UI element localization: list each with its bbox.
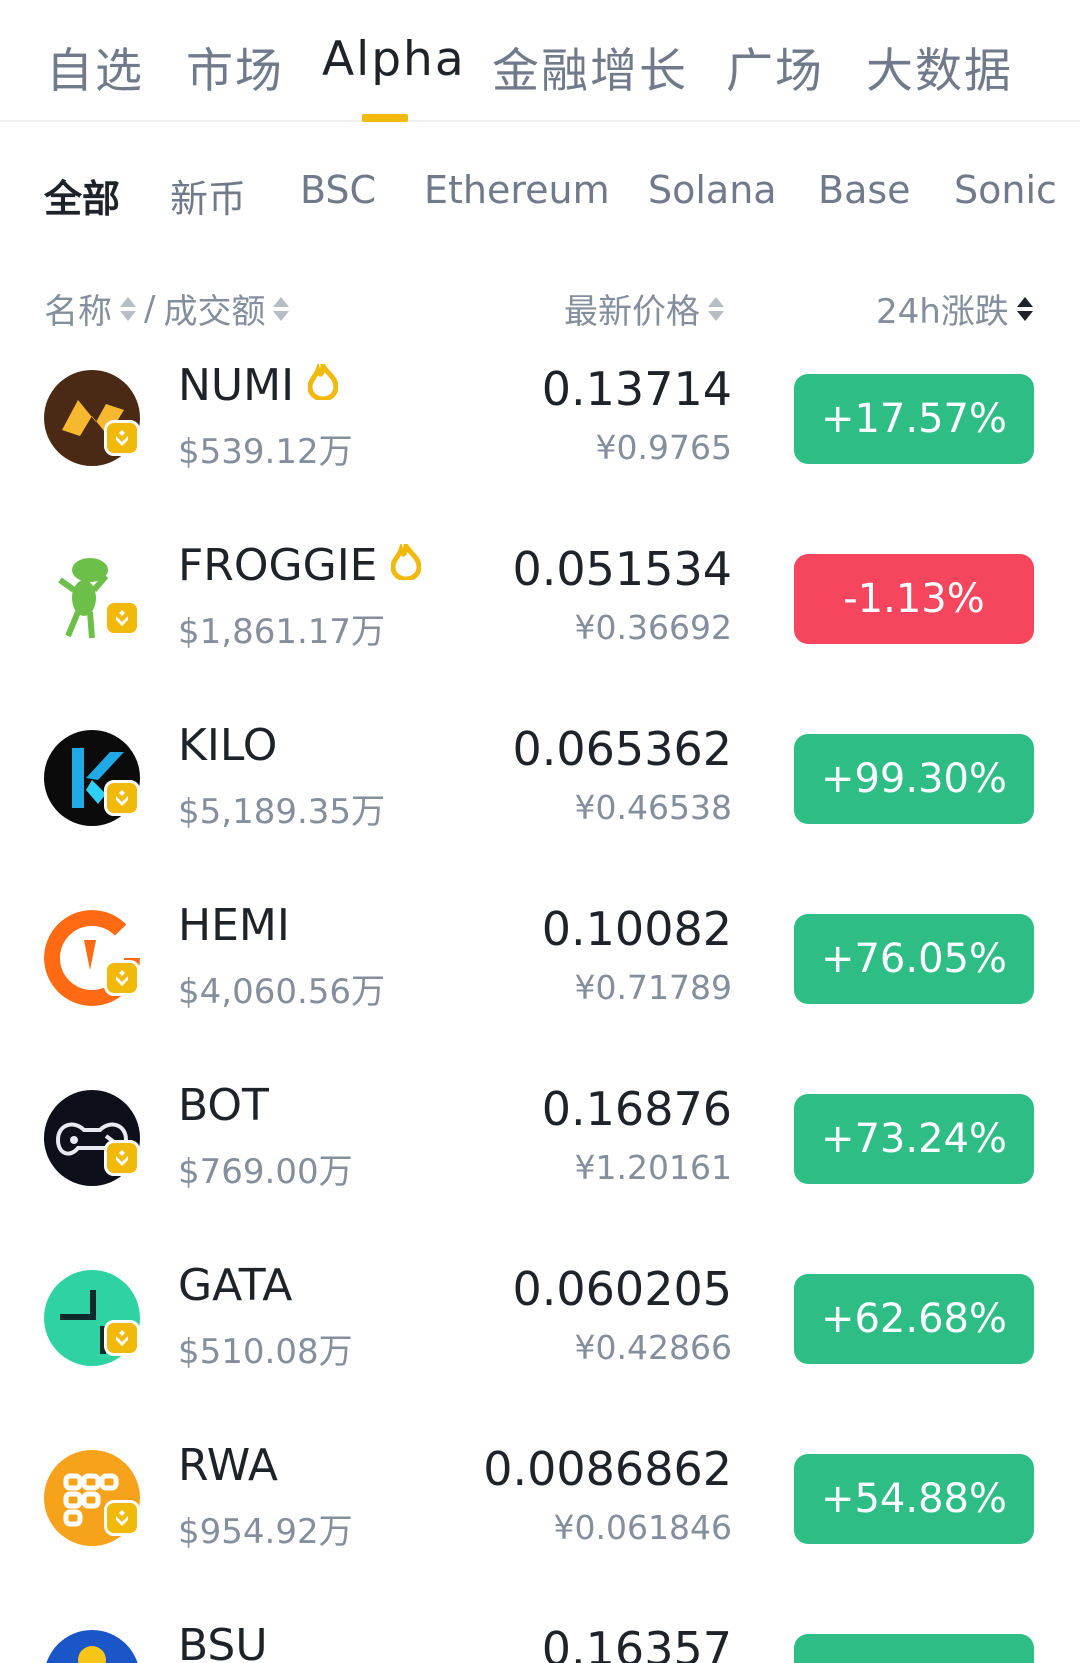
chip-all[interactable]: 全部: [44, 168, 120, 223]
bnb-chain-icon: [104, 1320, 140, 1356]
token-volume: $954.92万: [178, 1512, 353, 1552]
token-price: 0.060205: [512, 1262, 733, 1316]
token-price-cny: ¥0.42866: [574, 1328, 732, 1367]
header-volume: 成交额: [163, 292, 266, 332]
bnb-chain-icon: [104, 780, 140, 816]
token-volume: $5,189.35万: [178, 792, 386, 832]
tab-market[interactable]: 市场: [186, 32, 284, 101]
token-symbol: HEMI: [178, 900, 290, 951]
token-price-cny: ¥0.36692: [574, 608, 732, 647]
token-price-cny: ¥0.71789: [574, 968, 732, 1007]
change-badge[interactable]: [794, 1634, 1034, 1663]
sort-change[interactable]: 24h涨跌: [876, 284, 1033, 333]
tab-square[interactable]: 广场: [726, 32, 824, 101]
token-symbol: FROGGIE: [178, 540, 422, 591]
chip-base[interactable]: Base: [818, 168, 911, 212]
chip-bsc[interactable]: BSC: [300, 168, 376, 212]
sort-icon: [708, 295, 724, 323]
token-symbol: BOT: [178, 1080, 269, 1131]
sort-desc-icon: [1016, 295, 1033, 323]
active-tab-indicator: [362, 114, 408, 122]
change-badge[interactable]: -1.13%: [794, 554, 1034, 644]
token-row[interactable]: KILO $5,189.35万 0.065362 ¥0.46538 +99.30…: [0, 700, 1080, 880]
token-volume: $1,861.17万: [178, 612, 386, 652]
bnb-chain-icon: [104, 420, 140, 456]
sort-icon: [120, 295, 136, 323]
bnb-chain-icon: [104, 1140, 140, 1176]
header-name: 名称: [44, 292, 112, 332]
tab-finance-growth[interactable]: 金融增长: [492, 32, 688, 101]
token-symbol: GATA: [178, 1260, 293, 1311]
token-symbol: RWA: [178, 1440, 278, 1491]
change-badge[interactable]: +73.24%: [794, 1094, 1034, 1184]
tab-big-data[interactable]: 大数据: [866, 32, 1013, 101]
token-symbol: NUMI: [178, 360, 339, 411]
token-volume: $4,060.56万: [178, 972, 386, 1012]
chip-new[interactable]: 新币: [170, 168, 246, 223]
token-symbol: BSU: [178, 1620, 268, 1663]
chip-solana[interactable]: Solana: [648, 168, 777, 212]
token-price: 0.065362: [512, 722, 733, 776]
token-volume: $769.00万: [178, 1152, 353, 1192]
bnb-chain-icon: [104, 1500, 140, 1536]
token-price-cny: ¥0.46538: [574, 788, 732, 827]
token-price: 0.16876: [541, 1082, 732, 1136]
hot-fire-icon: [391, 544, 422, 580]
sort-price[interactable]: 最新价格: [564, 284, 724, 333]
token-price: 0.051534: [512, 542, 733, 596]
token-price: 0.0086862: [483, 1442, 732, 1496]
token-symbol: KILO: [178, 720, 278, 771]
change-badge[interactable]: +76.05%: [794, 914, 1034, 1004]
top-nav: 自选 市场 Alpha 金融增长 广场 大数据: [0, 0, 1080, 122]
header-separator: /: [144, 288, 156, 329]
token-volume: $510.08万: [178, 1332, 353, 1372]
change-badge[interactable]: +54.88%: [794, 1454, 1034, 1544]
bnb-chain-icon: [104, 600, 140, 636]
hot-fire-icon: [308, 364, 339, 400]
token-price-cny: ¥1.20161: [574, 1148, 732, 1187]
header-price: 最新价格: [564, 292, 700, 332]
bsu-logo-icon: [44, 1630, 140, 1663]
token-row[interactable]: FROGGIE $1,861.17万 0.051534 ¥0.36692 -1.…: [0, 520, 1080, 700]
chip-ethereum[interactable]: Ethereum: [424, 168, 610, 212]
token-price-cny: ¥0.9765: [595, 428, 732, 467]
bnb-chain-icon: [104, 960, 140, 996]
token-row[interactable]: BSU 0.16357: [0, 1600, 1080, 1663]
change-badge[interactable]: +62.68%: [794, 1274, 1034, 1364]
tab-watchlist[interactable]: 自选: [46, 32, 144, 101]
sort-name-volume[interactable]: 名称 / 成交额: [44, 284, 290, 333]
header-change: 24h涨跌: [876, 292, 1009, 332]
token-row[interactable]: BOT $769.00万 0.16876 ¥1.20161 +73.24%: [0, 1060, 1080, 1240]
chip-sonic[interactable]: Sonic: [954, 168, 1057, 212]
tab-alpha[interactable]: Alpha: [322, 32, 466, 87]
token-row[interactable]: NUMI $539.12万 0.13714 ¥0.9765 +17.57%: [0, 340, 1080, 520]
change-badge[interactable]: +99.30%: [794, 734, 1034, 824]
token-row[interactable]: HEMI $4,060.56万 0.10082 ¥0.71789 +76.05%: [0, 880, 1080, 1060]
token-price-cny: ¥0.061846: [553, 1508, 732, 1547]
change-badge[interactable]: +17.57%: [794, 374, 1034, 464]
sort-icon: [273, 295, 290, 323]
token-price: 0.16357: [541, 1622, 732, 1663]
token-price: 0.13714: [541, 362, 732, 416]
token-row[interactable]: RWA $954.92万 0.0086862 ¥0.061846 +54.88%: [0, 1420, 1080, 1600]
token-row[interactable]: GATA $510.08万 0.060205 ¥0.42866 +62.68%: [0, 1240, 1080, 1420]
token-volume: $539.12万: [178, 432, 353, 472]
token-price: 0.10082: [541, 902, 732, 956]
